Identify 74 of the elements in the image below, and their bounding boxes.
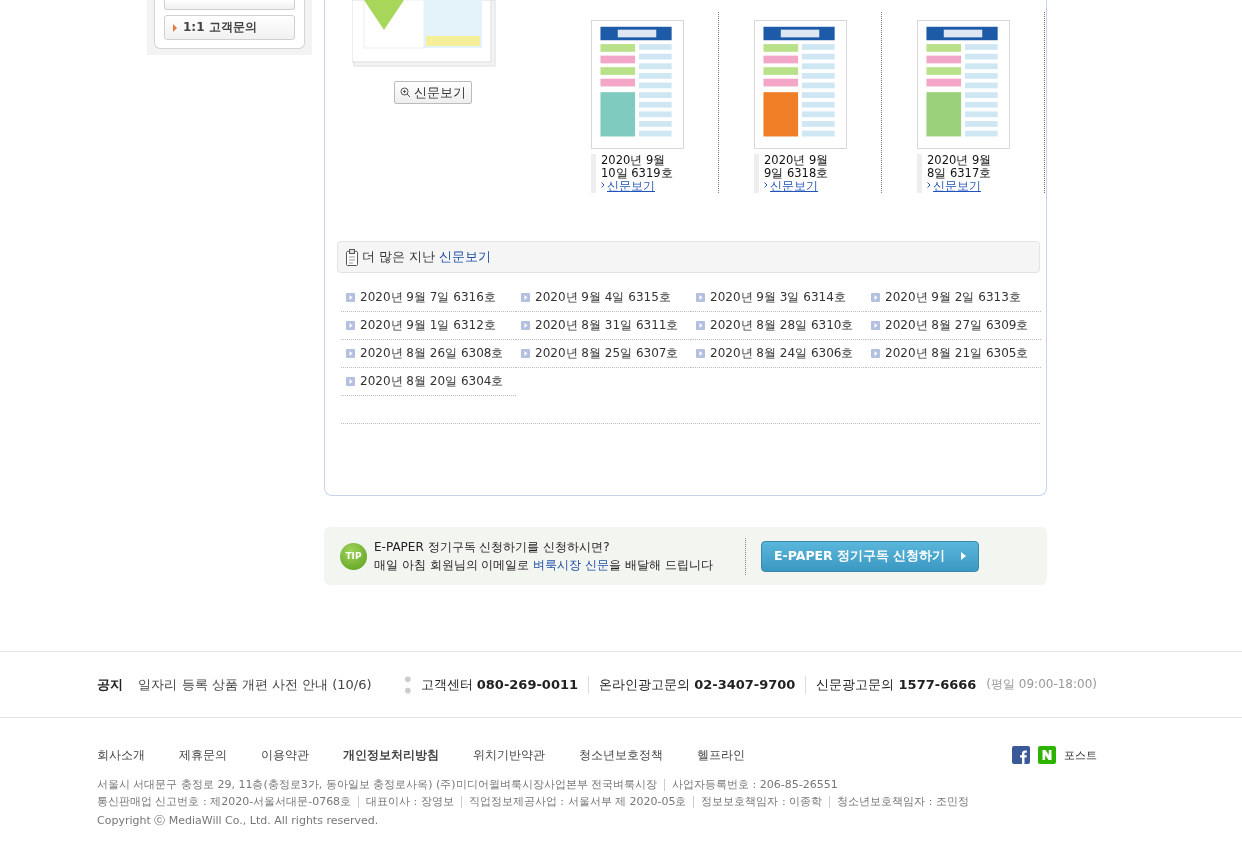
company-info: 대표이사 : 장영보 bbox=[358, 796, 461, 808]
caret-icon bbox=[961, 552, 966, 560]
company-info: 직업정보제공사업 : 서울서부 제 2020-05호 bbox=[460, 796, 694, 808]
company-info: 통신판매업 신고번호 : 제2020-서울서대문-0768호 bbox=[97, 796, 353, 808]
newspaper-thumbnail[interactable] bbox=[591, 20, 684, 149]
archive-item[interactable]: 2020년 8월 28일 6310호 bbox=[691, 312, 866, 340]
arrow-bullet-icon bbox=[521, 321, 530, 330]
notice-link[interactable]: 일자리 등록 상품 개편 사전 안내 (10/6) bbox=[138, 675, 405, 694]
copyright-text: Copyright ⓒ MediaWill Co., Ltd. All rights reserved. bbox=[97, 813, 380, 828]
archive-item[interactable]: 2020년 8월 21일 6305호 bbox=[866, 340, 1041, 368]
tip-title: E-PAPER 정기구독 신청하기를 신청하시면? bbox=[374, 539, 611, 555]
archive-item[interactable]: 2020년 8월 20일 6304호 bbox=[341, 368, 516, 396]
archive-title: 더 많은 지난 bbox=[362, 248, 436, 266]
issue-date: 2020년 9월 10일 6319호 bbox=[601, 154, 673, 180]
facebook-icon[interactable] bbox=[1012, 746, 1030, 764]
company-info: 사업자등록번호 : 206-85-26551 bbox=[664, 779, 845, 791]
archive-item[interactable]: 2020년 8월 26일 6308호 bbox=[341, 340, 516, 368]
archive-item[interactable]: 2020년 9월 3일 6314호 bbox=[691, 284, 866, 312]
sidebar-button[interactable]: 1:1 고객문의 bbox=[164, 15, 295, 40]
arrow-bullet-icon bbox=[696, 293, 705, 302]
archive-item[interactable]: 2020년 8월 24일 6306호 bbox=[691, 340, 866, 368]
tip-badge: TIP bbox=[340, 542, 367, 570]
business-hours: (평일 09:00-18:00) bbox=[986, 676, 1097, 693]
arrow-bullet-icon bbox=[871, 293, 880, 302]
arrow-bullet-icon bbox=[696, 349, 705, 358]
footer-link[interactable]: 개인정보처리방침 bbox=[343, 746, 439, 764]
footer-link[interactable]: 제휴문의 bbox=[179, 746, 227, 764]
tip-text: 매일 아침 회원님의 이메일로 벼룩시장 신문을 배달해 드립니다 bbox=[374, 557, 714, 573]
issue-date: 2020년 9월 8일 6317호 bbox=[927, 154, 993, 180]
arrow-bullet-icon bbox=[871, 321, 880, 330]
archive-item[interactable]: 2020년 8월 25일 6307호 bbox=[516, 340, 691, 368]
pager-dots-icon[interactable] bbox=[405, 675, 411, 694]
zoom-in-icon bbox=[399, 87, 411, 98]
issue-date: 2020년 9월 9일 6318호 bbox=[764, 154, 830, 180]
archive-item[interactable]: 2020년 8월 27일 6309호 bbox=[866, 312, 1041, 340]
naver-icon[interactable] bbox=[1038, 746, 1056, 764]
archive-item[interactable]: 2020년 9월 1일 6312호 bbox=[341, 312, 516, 340]
archive-item[interactable]: 2020년 9월 7일 6316호 bbox=[341, 284, 516, 312]
contact-info: 신문광고문의 1577-6666 bbox=[805, 675, 987, 694]
view-newspaper-link[interactable]: 신문보기 bbox=[607, 179, 655, 193]
arrow-bullet-icon bbox=[346, 293, 355, 302]
archive-link[interactable]: 신문보기 bbox=[439, 248, 492, 266]
view-newspaper-button[interactable]: 신문보기 bbox=[393, 81, 472, 104]
footer-link[interactable]: 위치기반약관 bbox=[473, 746, 545, 764]
arrow-bullet-icon bbox=[346, 321, 355, 330]
view-newspaper-link[interactable]: 신문보기 bbox=[770, 179, 818, 193]
arrow-bullet-icon bbox=[346, 377, 355, 386]
clipboard-icon bbox=[346, 248, 358, 266]
newspaper-thumbnail[interactable] bbox=[754, 20, 847, 149]
newspaper-thumbnail[interactable] bbox=[917, 20, 1010, 149]
company-info: 정보보호책임자 : 이종학 bbox=[693, 796, 830, 808]
notice-label: 공지 bbox=[97, 675, 124, 694]
arrow-bullet-icon bbox=[521, 349, 530, 358]
archive-item[interactable]: 2020년 9월 4일 6315호 bbox=[516, 284, 691, 312]
archive-item[interactable]: 2020년 9월 2일 6313호 bbox=[866, 284, 1041, 312]
contact-info: 온라인광고문의 02-3407-9700 bbox=[588, 675, 806, 694]
footer-link[interactable]: 청소년보호정책 bbox=[579, 746, 663, 764]
footer-link[interactable]: 회사소개 bbox=[97, 746, 145, 764]
company-info: 서울시 서대문구 충정로 29, 11층(충정로3가, 동아일보 충정로사옥) (주)미디어윌벼룩시장사업본부 전국벼룩시장 bbox=[97, 779, 659, 791]
arrow-bullet-icon bbox=[696, 321, 705, 330]
post-link[interactable]: 포스트 bbox=[1064, 747, 1097, 763]
arrow-bullet-icon bbox=[521, 293, 530, 302]
view-newspaper-link[interactable]: 신문보기 bbox=[933, 179, 981, 193]
footer-link[interactable]: 이용약관 bbox=[261, 746, 309, 764]
archive-item[interactable]: 2020년 8월 31일 6311호 bbox=[516, 312, 691, 340]
chevron-icon bbox=[927, 182, 931, 188]
contact-info: 고객센터 080-269-0011 bbox=[419, 675, 580, 694]
chevron-icon bbox=[764, 182, 768, 188]
newspaper-link[interactable]: 벼룩시장 신문 bbox=[533, 557, 610, 572]
chevron-icon bbox=[601, 182, 605, 188]
company-info: 청소년보호책임자 : 조민정 bbox=[829, 796, 976, 808]
footer-link[interactable]: 헬프라인 bbox=[697, 746, 745, 764]
arrow-bullet-icon bbox=[346, 349, 355, 358]
arrow-bullet-icon bbox=[871, 349, 880, 358]
